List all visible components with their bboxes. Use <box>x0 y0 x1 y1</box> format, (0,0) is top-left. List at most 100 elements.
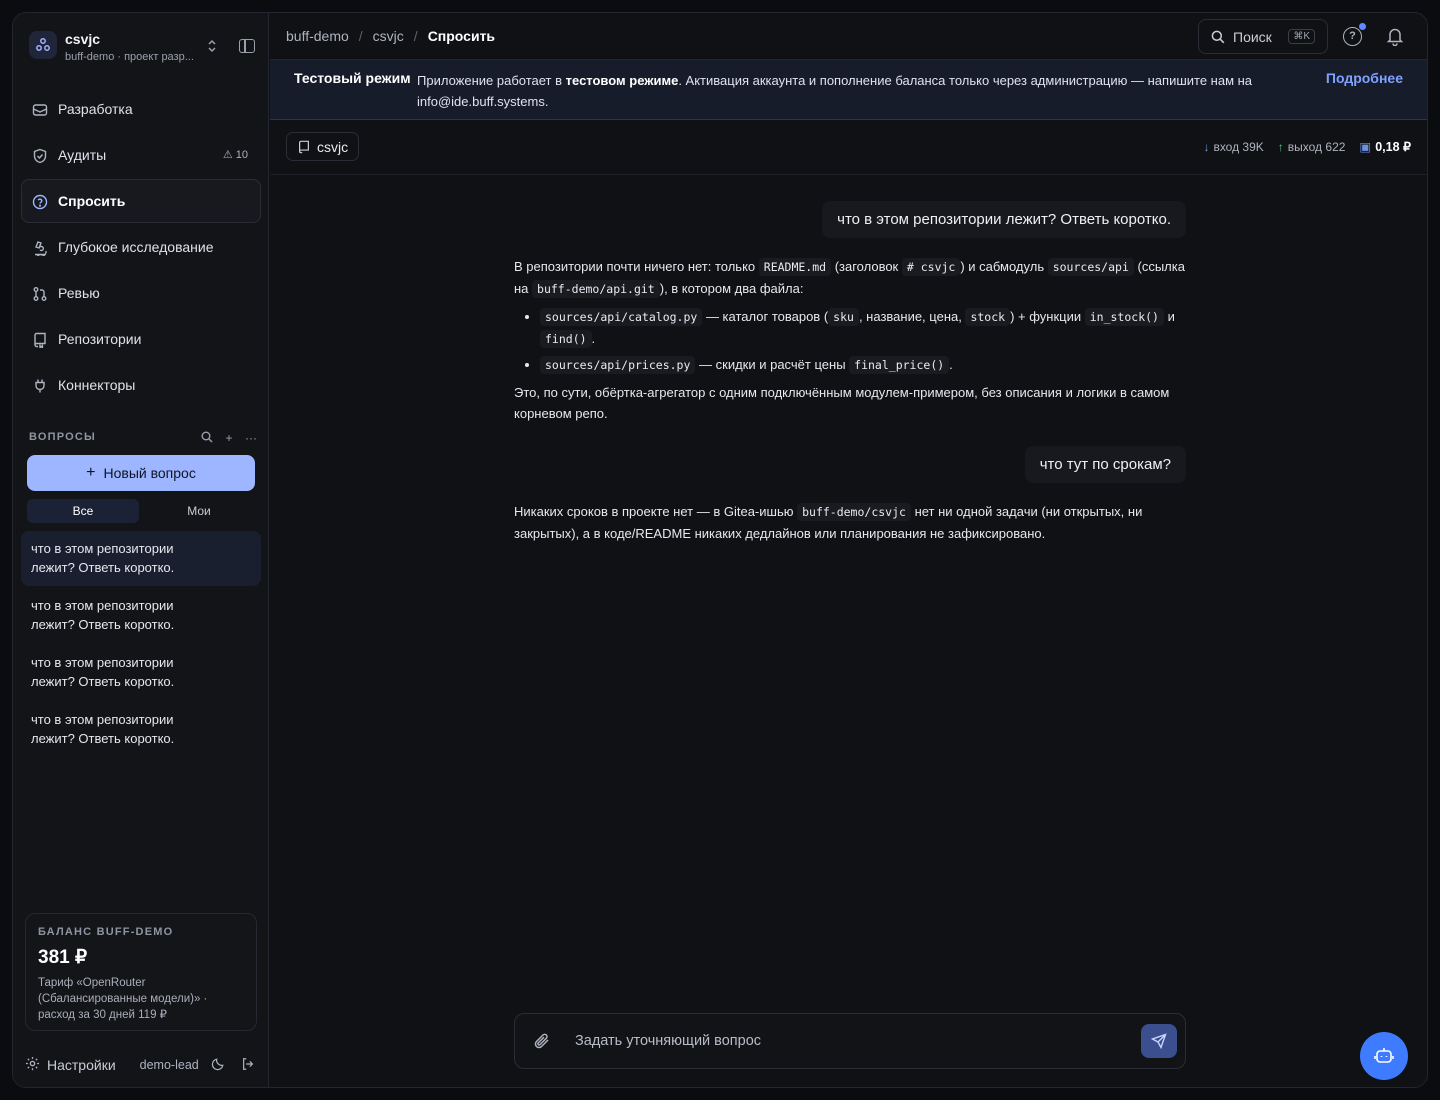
filter-all[interactable]: Все <box>27 499 139 523</box>
new-question-label: Новый вопрос <box>103 465 196 481</box>
nav-item-repositories[interactable]: Репозитории <box>21 317 261 361</box>
badge-value: 10 <box>235 149 248 161</box>
question-text: что в этом репозитории лежит? Ответь кор… <box>31 598 175 632</box>
bell-icon[interactable] <box>1386 26 1404 46</box>
arrow-up-icon: ↑ <box>1277 139 1284 154</box>
project-subtitle: buff-demo · проект разр... <box>65 51 194 63</box>
test-mode-banner: Тестовый режим Приложение работает в тес… <box>270 60 1427 120</box>
breadcrumb-org[interactable]: buff-demo <box>286 28 349 44</box>
question-list: что в этом репозитории лежит? Ответь кор… <box>21 531 261 759</box>
inline-code: # csvjc <box>901 258 961 276</box>
answer-paragraph: В репозитории почти ничего нет: только R… <box>514 258 1185 298</box>
chevron-updown-icon[interactable] <box>207 39 217 56</box>
breadcrumb-current: Спросить <box>427 28 496 44</box>
breadcrumb-separator: / <box>358 28 363 44</box>
breadcrumb-repo[interactable]: csvjc <box>373 28 404 44</box>
git-pull-request-icon <box>33 287 47 301</box>
balance-title: БАЛАНС BUFF-DEMO <box>38 926 174 938</box>
send-button[interactable] <box>1141 1024 1177 1058</box>
list-item: sources/api/prices.py — скидки и расчёт … <box>540 354 1186 376</box>
list-item[interactable]: что в этом репозитории лежит? Ответь кор… <box>21 645 261 700</box>
tokens-in: ↓ вход 39K <box>1203 140 1263 154</box>
nav-item-connectors[interactable]: Коннекторы <box>21 363 261 407</box>
banner-text-part: Приложение работает в <box>417 73 566 88</box>
search-label: Поиск <box>1233 28 1272 45</box>
nav-item-development[interactable]: Разработка <box>21 87 261 131</box>
wallet-icon: ▣ <box>1359 140 1372 154</box>
answer-paragraph: Никаких сроков в проекте нет — в Gitea-и… <box>514 503 1143 541</box>
inline-code: buff-demo/csvjc <box>797 503 911 521</box>
help-icon[interactable]: ? <box>1343 27 1362 46</box>
follow-up-input[interactable] <box>575 1030 1115 1052</box>
tokens-out-value: выход 622 <box>1287 139 1346 154</box>
assistant-message: Никаких сроков в проекте нет — в Gitea-и… <box>514 483 1186 544</box>
questions-header: ВОПРОСЫ + ··· <box>29 431 257 447</box>
inline-code: stock <box>965 308 1011 326</box>
list-item[interactable]: что в этом репозитории лежит? Ответь кор… <box>21 702 261 757</box>
tokens-out: ↑ выход 622 <box>1278 140 1346 154</box>
inline-code: sources/api <box>1047 258 1134 276</box>
breadcrumb-separator: / <box>413 28 418 44</box>
plus-icon[interactable]: + <box>223 431 235 446</box>
assistant-fab[interactable] <box>1360 1032 1408 1080</box>
microscope-icon <box>35 241 47 256</box>
nav-item-deep-research[interactable]: Глубокое исследование <box>21 225 261 269</box>
nav-item-audits[interactable]: Аудиты ⚠ 10 <box>21 133 261 177</box>
banner-text: Приложение работает в тестовом режиме. А… <box>417 70 1297 112</box>
inline-code: sku <box>828 308 859 326</box>
gear-icon[interactable] <box>25 1056 45 1074</box>
inline-code: final_price() <box>849 356 950 374</box>
paperclip-icon[interactable] <box>533 1031 551 1051</box>
project-switcher[interactable]: csvjc buff-demo · проект разр... <box>29 27 261 67</box>
tokens-in-value: вход 39K <box>1213 139 1264 154</box>
code-icon <box>32 104 48 116</box>
send-icon <box>1151 1033 1167 1049</box>
cost: ▣ 0,18 ₽ <box>1359 139 1411 154</box>
nav-label: Ревью <box>58 285 100 301</box>
moon-icon[interactable] <box>211 1057 225 1074</box>
question-filter: Все Мои <box>27 499 255 523</box>
repo-icon <box>299 140 309 153</box>
search-button[interactable]: Поиск ⌘K <box>1198 19 1328 54</box>
filter-mine[interactable]: Мои <box>143 499 255 523</box>
answer-paragraph: Это, по сути, обёртка-агрегатор с одним … <box>514 385 1170 421</box>
nav-label: Коннекторы <box>58 377 136 393</box>
repo-icon <box>34 332 46 348</box>
search-shortcut: ⌘K <box>1288 29 1315 44</box>
list-item[interactable]: что в этом репозитории лежит? Ответь кор… <box>21 588 261 643</box>
settings-link[interactable]: Настройки <box>47 1057 116 1073</box>
usage-stats: ↓ вход 39K ↑ выход 622 ▣ 0,18 ₽ <box>1203 139 1411 155</box>
audits-count-badge: ⚠ 10 <box>222 149 248 161</box>
username: demo-lead <box>139 1058 199 1072</box>
balance-amount: 381 ₽ <box>38 947 88 968</box>
nav-item-ask[interactable]: Спросить <box>21 179 261 223</box>
list-item[interactable]: что в этом репозитории лежит? Ответь кор… <box>21 531 261 586</box>
inline-code: buff-demo/api.git <box>532 280 660 298</box>
questions-tools: + ··· <box>201 431 257 446</box>
balance-note: Тариф «OpenRouter (Сбалансированные моде… <box>38 977 208 1021</box>
notification-dot <box>1359 23 1366 30</box>
message-composer <box>514 1013 1186 1069</box>
logout-icon[interactable] <box>241 1057 255 1074</box>
nav-item-review[interactable]: Ревью <box>21 271 261 315</box>
cost-value: 0,18 ₽ <box>1375 140 1411 154</box>
question-text: что в этом репозитории лежит? Ответь кор… <box>31 712 175 746</box>
plug-icon <box>35 379 45 393</box>
more-icon[interactable]: ··· <box>245 431 257 446</box>
sidebar-collapse-icon[interactable] <box>239 39 255 53</box>
inline-code: in_stock() <box>1084 308 1164 326</box>
topbar: buff-demo / csvjc / Спросить Поиск ⌘K ? <box>270 13 1427 60</box>
question-text: что в этом репозитории лежит? Ответь кор… <box>31 655 175 689</box>
search-icon[interactable] <box>201 431 213 446</box>
list-item: sources/api/catalog.py — каталог товаров… <box>540 306 1186 350</box>
question-text: что в этом репозитории лежит? Ответь кор… <box>31 541 175 575</box>
nav-label: Аудиты <box>58 147 107 163</box>
repo-chip[interactable]: csvjc <box>286 132 360 161</box>
assistant-message: В репозитории почти ничего нет: только R… <box>514 238 1186 424</box>
inline-code: README.md <box>758 258 832 276</box>
project-logo-icon <box>29 31 57 59</box>
sidebar: csvjc buff-demo · проект разр... Разрабо… <box>13 13 269 1087</box>
bot-icon <box>1374 1048 1394 1063</box>
new-question-button[interactable]: + Новый вопрос <box>27 455 255 491</box>
banner-more-link[interactable]: Подробнее <box>1326 70 1403 86</box>
